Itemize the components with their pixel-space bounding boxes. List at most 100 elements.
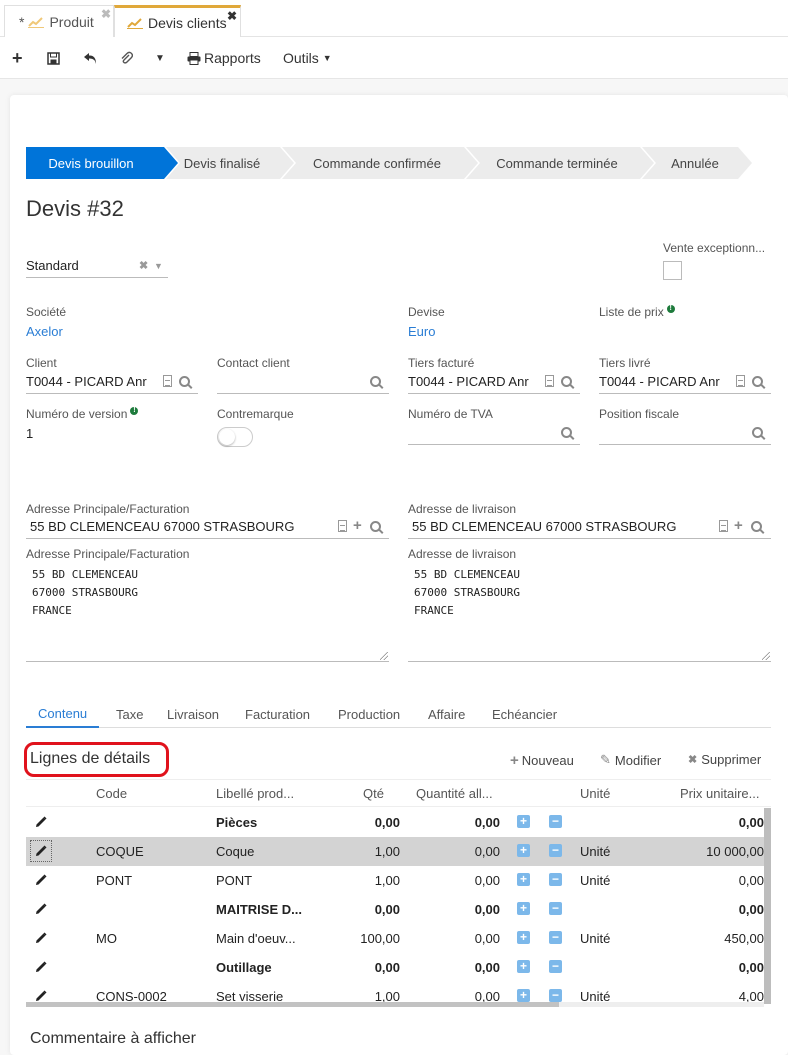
new-line-button[interactable]: + Nouveau bbox=[510, 752, 574, 769]
increase-icon[interactable]: + bbox=[517, 844, 530, 857]
document-icon[interactable] bbox=[736, 375, 745, 390]
invoiced-partner-field[interactable]: T0044 - PICARD Anr bbox=[408, 374, 580, 394]
caret-down-icon[interactable]: ▼ bbox=[154, 261, 163, 271]
decrease-icon[interactable]: − bbox=[549, 960, 562, 973]
close-icon: ✖ bbox=[688, 754, 698, 766]
column-header[interactable]: Libellé prod... bbox=[216, 786, 294, 801]
cell-code: MO bbox=[96, 931, 117, 946]
tab-echeancier[interactable]: Echéancier bbox=[492, 700, 557, 728]
search-icon[interactable] bbox=[561, 426, 572, 441]
client-contact-field[interactable] bbox=[217, 374, 389, 394]
table-row[interactable]: PONT PONT 1,00 0,00 + − Unité 0,00 bbox=[26, 866, 764, 895]
tab-production[interactable]: Production bbox=[338, 700, 400, 728]
decrease-icon[interactable]: − bbox=[549, 873, 562, 886]
close-icon[interactable]: ✖ bbox=[101, 7, 111, 21]
step-commande-terminee[interactable]: Commande terminée bbox=[478, 147, 636, 179]
table-row[interactable]: Pièces 0,00 0,00 + − 0,00 bbox=[26, 808, 764, 837]
step-commande-confirmee[interactable]: Commande confirmée bbox=[292, 147, 462, 179]
table-row[interactable]: Outillage 0,00 0,00 + − 0,00 bbox=[26, 953, 764, 982]
undo-button[interactable] bbox=[83, 37, 98, 79]
attach-button[interactable] bbox=[120, 37, 133, 79]
tab-contenu[interactable]: Contenu bbox=[26, 700, 100, 728]
plus-icon[interactable]: + bbox=[734, 517, 743, 534]
tab-taxe[interactable]: Taxe bbox=[116, 700, 143, 728]
column-header[interactable]: Unité bbox=[580, 786, 610, 801]
tab-livraison[interactable]: Livraison bbox=[167, 700, 219, 728]
search-icon[interactable] bbox=[752, 375, 763, 390]
increase-icon[interactable]: + bbox=[517, 960, 530, 973]
tab-affaire[interactable]: Affaire bbox=[428, 700, 465, 728]
edit-icon[interactable] bbox=[35, 903, 47, 915]
cell-price: 0,00 bbox=[738, 873, 764, 888]
search-icon[interactable] bbox=[370, 520, 381, 535]
step-devis-finalise[interactable]: Devis finalisé bbox=[176, 147, 268, 179]
currency-link[interactable]: Euro bbox=[408, 324, 435, 339]
decrease-icon[interactable]: − bbox=[549, 815, 562, 828]
document-icon[interactable] bbox=[719, 520, 728, 535]
increase-icon[interactable]: + bbox=[517, 873, 530, 886]
decrease-icon[interactable]: − bbox=[549, 902, 562, 915]
counter-mark-toggle[interactable] bbox=[217, 427, 253, 447]
main-address-textarea[interactable]: 55 BD CLEMENCEAU 67000 STRASBOURG FRANCE bbox=[26, 552, 389, 662]
client-field[interactable]: T0044 - PICARD Anr bbox=[26, 374, 198, 394]
new-button[interactable]: + bbox=[12, 37, 23, 79]
step-annulee[interactable]: Annulée bbox=[654, 147, 736, 179]
edit-icon[interactable] bbox=[35, 961, 47, 973]
decrease-icon[interactable]: − bbox=[549, 931, 562, 944]
column-header[interactable]: Prix unitaire... bbox=[680, 786, 759, 801]
reports-button[interactable]: Rapports bbox=[187, 37, 261, 79]
document-icon[interactable] bbox=[545, 375, 554, 390]
increase-icon[interactable]: + bbox=[517, 931, 530, 944]
edit-icon[interactable] bbox=[35, 816, 47, 828]
resize-handle[interactable] bbox=[380, 652, 388, 660]
company-link[interactable]: Axelor bbox=[26, 324, 63, 339]
delivered-partner-field[interactable]: T0044 - PICARD Anr bbox=[599, 374, 771, 394]
search-icon[interactable] bbox=[179, 375, 190, 390]
search-icon[interactable] bbox=[751, 520, 762, 535]
tab-facturation[interactable]: Facturation bbox=[245, 700, 310, 728]
step-label: Devis brouillon bbox=[48, 155, 134, 171]
decrease-icon[interactable]: − bbox=[549, 989, 562, 1002]
vertical-scrollbar[interactable] bbox=[764, 808, 771, 1004]
column-header[interactable]: Code bbox=[96, 786, 127, 801]
increase-icon[interactable]: + bbox=[517, 989, 530, 1002]
table-row[interactable]: MO Main d'oeuv... 100,00 0,00 + − Unité … bbox=[26, 924, 764, 953]
edit-icon[interactable] bbox=[35, 932, 47, 944]
edit-icon[interactable] bbox=[30, 840, 52, 862]
tab-devis-clients[interactable]: Devis clients ✖ bbox=[114, 5, 241, 37]
document-icon[interactable] bbox=[163, 375, 172, 390]
document-icon[interactable] bbox=[338, 520, 347, 535]
details-grid: Code Libellé prod... Qté Quantité all...… bbox=[26, 779, 771, 1009]
horizontal-scrollbar[interactable] bbox=[26, 1002, 559, 1007]
delivery-address-field[interactable]: 55 BD CLEMENCEAU 67000 STRASBOURG + bbox=[408, 517, 771, 539]
tab-produit[interactable]: * Produit ✖ bbox=[4, 5, 114, 37]
fiscal-position-field[interactable] bbox=[599, 425, 771, 445]
save-button[interactable] bbox=[47, 37, 60, 79]
exceptional-sale-checkbox[interactable] bbox=[663, 261, 682, 280]
clear-icon[interactable]: ✖ bbox=[139, 259, 148, 272]
column-header[interactable]: Qté bbox=[363, 786, 384, 801]
edit-icon[interactable] bbox=[35, 990, 47, 1002]
decrease-icon[interactable]: − bbox=[549, 844, 562, 857]
more-dropdown[interactable]: ▼ bbox=[155, 37, 165, 79]
column-header[interactable]: Quantité all... bbox=[416, 786, 493, 801]
table-row[interactable]: COQUE Coque 1,00 0,00 + − Unité 10 000,0… bbox=[26, 837, 764, 866]
delivery-address-textarea[interactable]: 55 BD CLEMENCEAU 67000 STRASBOURG FRANCE bbox=[408, 552, 771, 662]
tools-button[interactable]: Outils ▼ bbox=[283, 37, 332, 79]
edit-icon[interactable] bbox=[35, 874, 47, 886]
edit-line-button[interactable]: ✎ Modifier bbox=[600, 752, 661, 768]
resize-handle[interactable] bbox=[762, 652, 770, 660]
close-icon[interactable]: ✖ bbox=[227, 9, 237, 23]
delete-line-button[interactable]: ✖ Supprimer bbox=[688, 752, 761, 767]
type-select[interactable]: Standard ✖ ▼ bbox=[26, 258, 168, 278]
main-address-field[interactable]: 55 BD CLEMENCEAU 67000 STRASBOURG + bbox=[26, 517, 389, 539]
search-icon[interactable] bbox=[561, 375, 572, 390]
vat-number-field[interactable] bbox=[408, 425, 580, 445]
increase-icon[interactable]: + bbox=[517, 815, 530, 828]
search-icon[interactable] bbox=[752, 426, 763, 441]
search-icon[interactable] bbox=[370, 375, 381, 390]
plus-icon[interactable]: + bbox=[353, 517, 362, 534]
increase-icon[interactable]: + bbox=[517, 902, 530, 915]
step-devis-brouillon[interactable]: Devis brouillon bbox=[26, 147, 156, 179]
table-row[interactable]: MAITRISE D... 0,00 0,00 + − 0,00 bbox=[26, 895, 764, 924]
